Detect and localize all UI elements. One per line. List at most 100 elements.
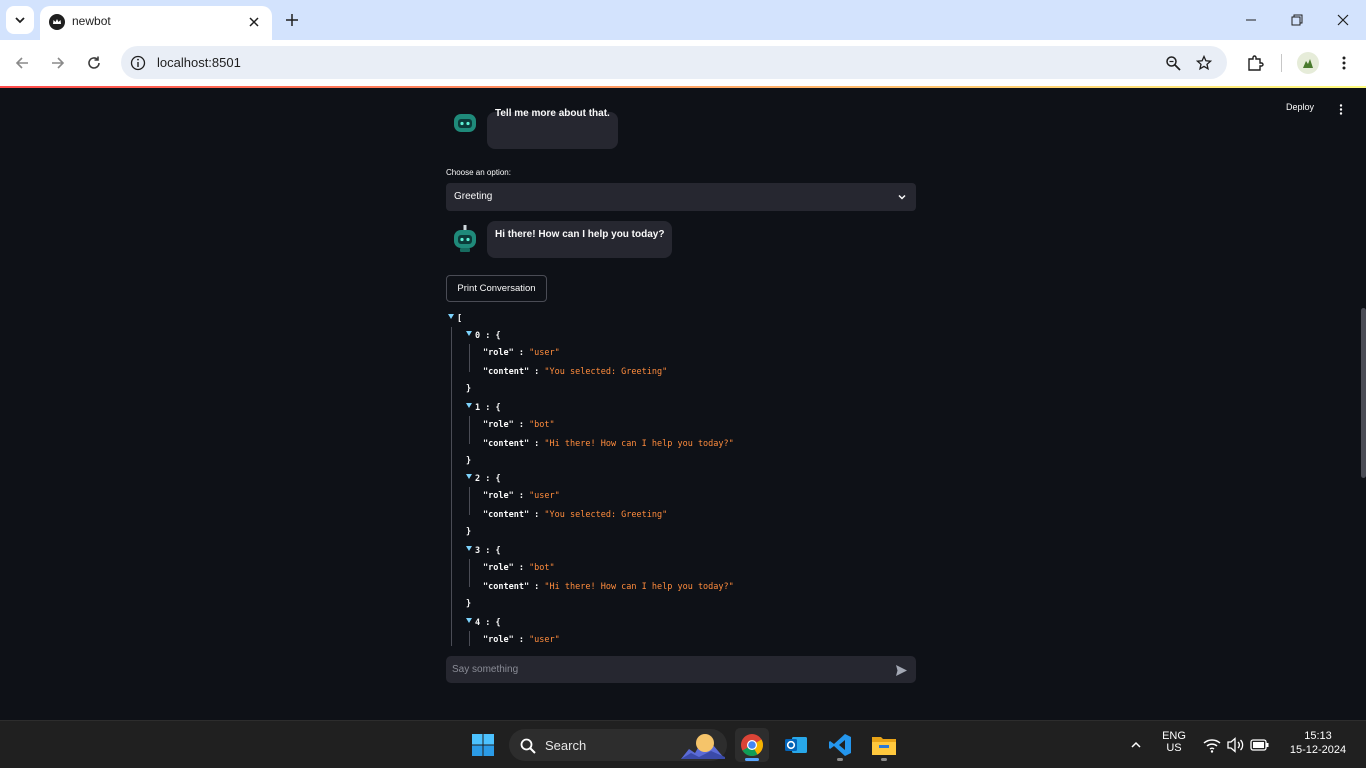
forward-button[interactable] bbox=[46, 51, 70, 75]
chevron-down-icon bbox=[896, 191, 908, 203]
start-button[interactable] bbox=[466, 728, 500, 762]
chat-input[interactable] bbox=[452, 661, 882, 678]
json-value: "bot" bbox=[529, 420, 555, 430]
json-entry-toggle[interactable]: 3 : { bbox=[466, 546, 501, 556]
chat-message-bot: Tell me more about that. bbox=[446, 108, 646, 152]
windows-taskbar: Search ENG US 15:13 15-12-2024 bbox=[0, 720, 1366, 768]
reload-button[interactable] bbox=[82, 51, 106, 75]
json-guide-line bbox=[469, 559, 470, 587]
chat-input-box[interactable] bbox=[446, 656, 916, 683]
close-tab-button[interactable] bbox=[244, 12, 264, 32]
taskbar-search[interactable]: Search bbox=[509, 729, 727, 761]
robot-avatar-icon bbox=[454, 225, 476, 252]
star-icon[interactable] bbox=[1194, 53, 1214, 73]
new-tab-button[interactable] bbox=[280, 8, 304, 32]
json-value: "Hi there! How can I help you today?" bbox=[544, 439, 734, 449]
browser-tab-bar: newbot bbox=[0, 0, 1366, 40]
json-field-content: "content" : "You selected: Greeting" bbox=[483, 510, 668, 520]
app-menu-button[interactable] bbox=[1334, 102, 1348, 116]
json-field-content: "content" : "You selected: Greeting" bbox=[483, 367, 668, 377]
address-bar[interactable]: localhost:8501 bbox=[121, 46, 1227, 79]
url-text[interactable]: localhost:8501 bbox=[157, 55, 241, 70]
wifi-icon[interactable] bbox=[1202, 735, 1222, 755]
arrow-left-icon bbox=[15, 57, 28, 69]
chevron-up-icon[interactable] bbox=[1126, 735, 1146, 755]
json-guide-line bbox=[469, 416, 470, 444]
json-field-role: "role" : "user" bbox=[483, 491, 560, 501]
minimize-button[interactable] bbox=[1237, 6, 1265, 34]
json-bracket: [ bbox=[457, 314, 463, 324]
profile-avatar[interactable] bbox=[1297, 52, 1319, 74]
json-field-role: "role" : "user" bbox=[483, 635, 560, 645]
close-icon bbox=[1337, 14, 1349, 26]
puzzle-icon[interactable] bbox=[1243, 51, 1267, 75]
json-guide-line bbox=[451, 327, 452, 646]
clock-time: 15:13 bbox=[1304, 730, 1332, 742]
language-indicator[interactable]: ENG US bbox=[1156, 730, 1192, 754]
reload-icon bbox=[88, 56, 100, 69]
deploy-button[interactable]: Deploy bbox=[1286, 102, 1314, 112]
file-explorer-taskbar-button[interactable] bbox=[867, 728, 901, 762]
caret-down-icon bbox=[466, 331, 472, 336]
send-button[interactable] bbox=[894, 663, 908, 677]
language-primary: ENG bbox=[1162, 730, 1186, 742]
tab-title: newbot bbox=[72, 14, 111, 28]
print-conversation-button[interactable]: Print Conversation bbox=[446, 275, 547, 302]
json-viewer: [ 0 : { "role" : "user" "content" : "You… bbox=[446, 312, 916, 646]
tab-search-button[interactable] bbox=[6, 6, 34, 34]
kebab-icon bbox=[1342, 56, 1346, 70]
close-icon bbox=[249, 17, 259, 27]
battery-icon[interactable] bbox=[1250, 735, 1270, 755]
chat-message-bot: Hi there! How can I help you today? bbox=[446, 221, 676, 261]
message-text: Tell me more about that. bbox=[495, 108, 610, 119]
browser-tab[interactable]: newbot bbox=[40, 6, 272, 40]
clock-date: 15-12-2024 bbox=[1289, 744, 1347, 756]
chevron-down-icon bbox=[15, 17, 25, 24]
json-value: "You selected: Greeting" bbox=[544, 367, 668, 377]
chrome-taskbar-button[interactable] bbox=[735, 728, 769, 762]
browser-menu-button[interactable] bbox=[1334, 51, 1354, 75]
json-entry-toggle[interactable]: 0 : { bbox=[466, 331, 501, 341]
volume-icon[interactable] bbox=[1226, 735, 1246, 755]
vscode-icon bbox=[829, 734, 851, 756]
json-root-toggle[interactable]: [ bbox=[448, 314, 462, 324]
restore-button[interactable] bbox=[1283, 6, 1311, 34]
json-brace: } bbox=[466, 527, 472, 537]
json-brace: } bbox=[466, 384, 472, 394]
close-window-button[interactable] bbox=[1329, 6, 1357, 34]
json-guide-line bbox=[469, 631, 470, 646]
clock[interactable]: 15:13 15-12-2024 bbox=[1280, 730, 1356, 756]
caret-down-icon bbox=[448, 314, 454, 319]
restore-icon bbox=[1291, 14, 1303, 26]
option-select-value: Greeting bbox=[454, 191, 493, 202]
back-button[interactable] bbox=[10, 51, 34, 75]
search-icon bbox=[519, 737, 537, 755]
json-field-content: "content" : "Hi there! How can I help yo… bbox=[483, 439, 734, 449]
vscode-taskbar-button[interactable] bbox=[823, 728, 857, 762]
json-value: "You selected: Greeting" bbox=[544, 510, 668, 520]
info-icon[interactable] bbox=[129, 54, 147, 72]
outlook-taskbar-button[interactable] bbox=[779, 728, 813, 762]
message-bubble: Hi there! How can I help you today? bbox=[487, 221, 673, 258]
app-main: Deploy Tell me more about that. Choose a… bbox=[0, 88, 1366, 720]
page-scrollbar[interactable] bbox=[1361, 308, 1366, 478]
magnifier-icon[interactable] bbox=[1163, 53, 1183, 73]
arrow-right-icon bbox=[52, 57, 65, 69]
option-select[interactable]: Greeting bbox=[446, 183, 916, 211]
running-indicator bbox=[881, 758, 887, 761]
chrome-icon bbox=[741, 734, 763, 756]
browser-toolbar: localhost:8501 bbox=[0, 40, 1366, 86]
crown-icon bbox=[49, 14, 65, 30]
json-field-role: "role" : "bot" bbox=[483, 420, 555, 430]
json-value: "bot" bbox=[529, 563, 555, 573]
message-bubble: Tell me more about that. bbox=[487, 108, 618, 149]
search-label: Search bbox=[545, 738, 587, 753]
plus-icon bbox=[286, 14, 298, 26]
caret-down-icon bbox=[466, 546, 472, 551]
json-entry-toggle[interactable]: 4 : { bbox=[466, 618, 501, 628]
json-entry-toggle[interactable]: 1 : { bbox=[466, 403, 501, 413]
json-entry-toggle[interactable]: 2 : { bbox=[466, 474, 501, 484]
json-value: "Hi there! How can I help you today?" bbox=[544, 582, 734, 592]
minimize-icon bbox=[1246, 19, 1256, 21]
json-value: "user" bbox=[529, 635, 560, 645]
